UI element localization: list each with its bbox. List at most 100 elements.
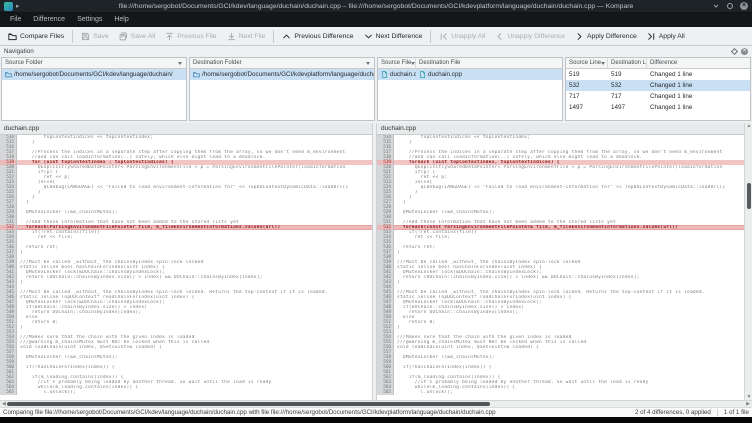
float-dock-icon[interactable]	[731, 47, 738, 54]
difference-row[interactable]: 519519Changed 1 line	[566, 69, 750, 80]
horizontal-scrollbar-thumb[interactable]	[7, 402, 490, 406]
folder-path: /home/sergobot/Documents/GCI/kdev/langua…	[14, 71, 173, 78]
line-number: 565	[377, 390, 394, 395]
apply-all-icon	[647, 32, 656, 41]
apply-difference-button[interactable]: Apply Difference	[570, 28, 642, 45]
save-icon	[81, 32, 90, 41]
destination-line-value: 519	[608, 69, 647, 80]
unapply-difference-button[interactable]: Unapply Difference	[490, 28, 570, 45]
destination-code-view[interactable]: 514 topContextIndices << topContextIndex…	[377, 135, 744, 400]
difference-row[interactable]: 717717Changed 1 line	[566, 91, 750, 102]
previous-file-button[interactable]: Previous File	[160, 28, 221, 45]
menu-file[interactable]: File	[4, 13, 27, 27]
navigation-dock-header: Navigation ×	[0, 46, 752, 56]
window-title: file:///home/sergobot/Documents/GCI/kdev…	[0, 3, 752, 10]
destination-file-header: duchain.cpp	[377, 123, 744, 135]
next-file-label: Next File	[239, 33, 266, 40]
next-difference-label: Next Difference	[376, 33, 423, 40]
apply-difference-label: Apply Difference	[587, 33, 637, 40]
apply-difference-icon	[575, 32, 584, 41]
code-line: 565 l.unlock();	[0, 390, 372, 395]
list-item[interactable]: /home/sergobot/Documents/GCI/kdev/langua…	[2, 69, 186, 80]
compare-files-button[interactable]: Compare Files	[3, 28, 69, 45]
difference-column-header-label: Difference	[650, 60, 677, 66]
kompare-window: ▸ file:///home/sergobot/Documents/GCI/kd…	[0, 0, 752, 423]
difference-column-header[interactable]: Difference	[647, 58, 750, 69]
toolbar-separator	[430, 30, 431, 43]
list-item[interactable]: /home/sergobot/Documents/GCI/kdevplatfor…	[190, 69, 374, 80]
sort-caret-icon	[601, 62, 605, 65]
previous-difference-label: Previous Difference	[294, 33, 353, 40]
status-comparing-text: Comparing file file:///home/sergobot/Doc…	[3, 409, 635, 416]
previous-difference-button[interactable]: Previous Difference	[277, 28, 358, 45]
diff-view: duchain.cpp 514 topContextIndices << top…	[0, 123, 752, 400]
destination-folder-column-header[interactable]: Destination Folder	[190, 58, 374, 69]
code-line: 565 l.unlock();	[377, 390, 744, 395]
navigation-dock-title: Navigation	[4, 48, 34, 55]
horizontal-scrollbar[interactable]: ◀ ▶	[0, 400, 752, 407]
source-file-column-header[interactable]: Source File	[378, 58, 416, 69]
next-difference-button[interactable]: Next Difference	[359, 28, 428, 45]
save-button[interactable]: Save	[76, 28, 114, 45]
pin-icon[interactable]: ▸	[16, 3, 23, 10]
menu-settings[interactable]: Settings	[71, 13, 108, 27]
apply-all-button[interactable]: Apply All	[642, 28, 690, 45]
folder-icon	[193, 71, 200, 78]
navigation-panel: Source Folder/home/sergobot/Documents/GC…	[0, 56, 752, 123]
source-folder-pane: Source Folder/home/sergobot/Documents/GC…	[1, 57, 187, 121]
unapply-difference-icon	[495, 32, 504, 41]
sort-caret-icon	[411, 62, 415, 65]
status-differences-count: 2 of 4 differences, 0 applied	[635, 409, 711, 416]
source-line-column-header-label: Source Line	[569, 60, 601, 66]
close-icon[interactable]: ×	[740, 2, 748, 10]
sort-caret-icon	[366, 62, 370, 65]
save-all-label: Save All	[131, 33, 156, 40]
difference-row[interactable]: 14971497Changed 1 line	[566, 102, 750, 113]
menu-help[interactable]: Help	[108, 13, 134, 27]
files-pane: Source FileDestination Fileduchain.c...d…	[377, 57, 563, 121]
destination-file-column-header[interactable]: Destination File	[416, 58, 562, 69]
shade-window-icon[interactable]	[712, 2, 720, 10]
app-icon	[4, 2, 13, 11]
status-files-count: 1 of 1 file	[724, 409, 749, 416]
scroll-right-icon[interactable]: ▶	[746, 401, 750, 407]
source-file-name: duchain.c...	[390, 71, 416, 78]
source-folder-column-header[interactable]: Source Folder	[2, 58, 186, 69]
scroll-up-icon[interactable]: ▲	[745, 123, 752, 129]
difference-row[interactable]: 532532Changed 1 line	[566, 80, 750, 91]
source-file-header: duchain.cpp	[0, 123, 372, 135]
status-bar: Comparing file file:///home/sergobot/Doc…	[0, 407, 752, 417]
menu-difference[interactable]: Difference	[27, 13, 71, 27]
vertical-scrollbar[interactable]: ▲ ▼	[744, 123, 752, 400]
file-pair-row[interactable]: duchain.c... duchain.cpp	[378, 69, 562, 80]
maximize-icon[interactable]	[726, 2, 734, 10]
previous-file-label: Previous File	[177, 33, 216, 40]
source-folder-column-header-label: Source Folder	[5, 60, 43, 66]
desktop-strip	[0, 417, 752, 423]
vertical-scrollbar-thumb[interactable]	[747, 183, 751, 209]
title-bar: ▸ file:///home/sergobot/Documents/GCI/kd…	[0, 0, 752, 13]
unapply-all-label: Unapply All	[451, 33, 485, 40]
previous-difference-icon	[282, 32, 291, 41]
line-text: l.unlock();	[17, 390, 372, 395]
destination-file-name: duchain.cpp	[428, 71, 462, 78]
scroll-left-icon[interactable]: ◀	[2, 401, 6, 407]
compare-files-label: Compare Files	[20, 33, 64, 40]
close-dock-icon[interactable]: ×	[741, 48, 748, 55]
folder-icon	[5, 71, 12, 78]
difference-description: Changed 1 line	[647, 102, 750, 113]
destination-line-column-header[interactable]: Destination Lin	[608, 58, 647, 69]
source-code-view[interactable]: 514 topContextIndices << topContextIndex…	[0, 135, 372, 400]
sort-caret-icon	[178, 62, 182, 65]
save-all-button[interactable]: Save All	[114, 28, 161, 45]
line-text: l.unlock();	[394, 390, 744, 395]
source-line-value: 519	[566, 69, 608, 80]
next-difference-icon	[364, 32, 373, 41]
next-file-icon	[227, 32, 236, 41]
source-line-column-header[interactable]: Source Line	[566, 58, 608, 69]
difference-description: Changed 1 line	[647, 69, 750, 80]
destination-line-column-header-label: Destination Lin	[611, 60, 647, 66]
next-file-button[interactable]: Next File	[222, 28, 271, 45]
unapply-all-button[interactable]: Unapply All	[434, 28, 490, 45]
destination-line-value: 532	[608, 80, 647, 91]
